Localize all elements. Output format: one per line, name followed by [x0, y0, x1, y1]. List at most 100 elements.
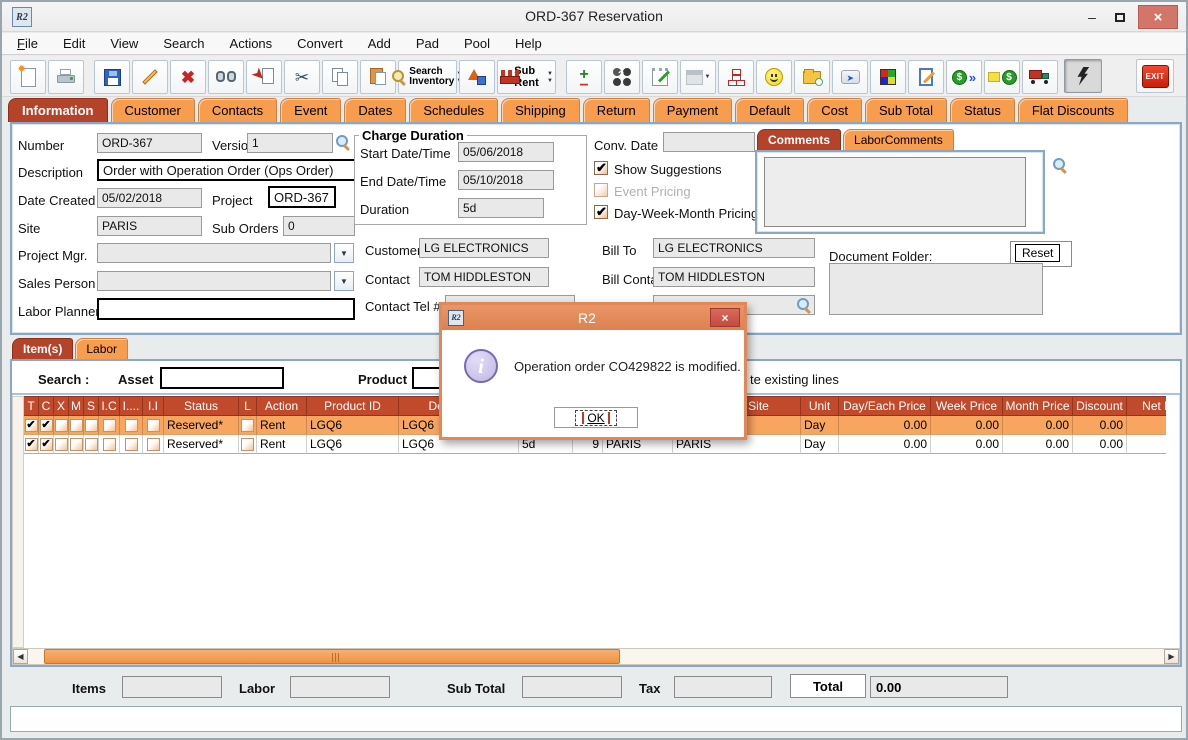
- column-header-s[interactable]: S: [84, 396, 99, 416]
- show-suggestions-checkbox[interactable]: [594, 161, 608, 175]
- row-checkbox[interactable]: [241, 419, 254, 432]
- row-checkbox[interactable]: [103, 438, 116, 451]
- quick-action-button[interactable]: [1064, 59, 1102, 93]
- row-checkbox[interactable]: [241, 438, 254, 451]
- row-checkbox[interactable]: [85, 419, 98, 432]
- menu-add[interactable]: Add: [368, 36, 391, 51]
- comments-search-icon[interactable]: [1053, 158, 1068, 173]
- edit-button[interactable]: [132, 60, 168, 94]
- scroll-right-button[interactable]: ▶: [1164, 649, 1179, 664]
- calendar-dropdown-icon[interactable]: ▼: [705, 74, 711, 80]
- column-header-status[interactable]: Status: [164, 396, 239, 416]
- day-week-month-pricing-checkbox[interactable]: [594, 205, 608, 219]
- save-button[interactable]: [94, 60, 130, 94]
- row-checkbox[interactable]: ✔: [25, 419, 38, 432]
- row-checkbox[interactable]: [125, 419, 138, 432]
- group-query-button[interactable]: ?: [604, 60, 640, 94]
- dialog-title-bar[interactable]: R2 R2 ×: [442, 305, 744, 330]
- menu-help[interactable]: Help: [515, 36, 542, 51]
- import-document-button[interactable]: ➤: [246, 60, 282, 94]
- find-button[interactable]: [208, 60, 244, 94]
- tab-schedules[interactable]: Schedules: [409, 98, 498, 122]
- tab-event[interactable]: Event: [280, 98, 341, 122]
- column-header-m[interactable]: M: [69, 396, 84, 416]
- cut-button[interactable]: ✂: [284, 60, 320, 94]
- column-header-t[interactable]: T: [24, 396, 39, 416]
- sub-rent-button[interactable]: Sub Rent ▼▼: [497, 60, 556, 94]
- maximize-button[interactable]: [1108, 5, 1132, 29]
- tab-cost[interactable]: Cost: [807, 98, 862, 122]
- column-header-i-c[interactable]: I.C: [99, 396, 120, 416]
- exit-button[interactable]: EXIT: [1136, 59, 1174, 93]
- column-header-c[interactable]: C: [39, 396, 54, 416]
- column-header-discount[interactable]: Discount: [1073, 396, 1127, 416]
- tab-sub-total[interactable]: Sub Total: [865, 98, 947, 122]
- sub-rent-dropdown-icon[interactable]: ▼▼: [547, 71, 553, 84]
- row-checkbox[interactable]: [147, 419, 160, 432]
- menu-pad[interactable]: Pad: [416, 36, 439, 51]
- tab-status[interactable]: Status: [950, 98, 1015, 122]
- tab-dates[interactable]: Dates: [344, 98, 406, 122]
- title-bar[interactable]: R2 ORD-367 Reservation – ×: [2, 2, 1186, 32]
- dialog-close-button[interactable]: ×: [710, 308, 740, 327]
- tab-flat-discounts[interactable]: Flat Discounts: [1018, 98, 1128, 122]
- scrollbar-thumb[interactable]: [44, 649, 620, 664]
- history-folder-button[interactable]: [794, 60, 830, 94]
- column-header-day-each-price[interactable]: Day/Each Price: [839, 396, 931, 416]
- new-document-button[interactable]: ✹: [10, 60, 46, 94]
- tab-information[interactable]: Information: [8, 98, 108, 122]
- shortcut-button[interactable]: ➤: [832, 60, 868, 94]
- project-field[interactable]: ORD-367: [268, 186, 336, 208]
- column-header-i-i[interactable]: I.I: [143, 396, 164, 416]
- column-header-x[interactable]: X: [54, 396, 69, 416]
- row-checkbox[interactable]: [70, 438, 83, 451]
- column-header-l[interactable]: L: [239, 396, 257, 416]
- row-checkbox[interactable]: ✔: [25, 438, 38, 451]
- menu-actions[interactable]: Actions: [230, 36, 273, 51]
- table-left-scrollbar[interactable]: [12, 396, 24, 648]
- delete-button[interactable]: ✖: [170, 60, 206, 94]
- column-header-unit[interactable]: Unit: [801, 396, 839, 416]
- notes-button[interactable]: [642, 60, 678, 94]
- row-checkbox[interactable]: ✔: [40, 419, 53, 432]
- bill-contact-tel-search-icon[interactable]: [797, 298, 812, 313]
- row-checkbox[interactable]: ✔: [40, 438, 53, 451]
- project-mgr-dropdown-button[interactable]: ▼: [334, 243, 354, 263]
- column-header-net-eac[interactable]: Net Eac: [1127, 396, 1166, 416]
- close-button[interactable]: ×: [1138, 5, 1178, 29]
- tab-items[interactable]: Item(s): [12, 338, 73, 359]
- menu-search[interactable]: Search: [163, 36, 204, 51]
- shapes-button[interactable]: [459, 60, 495, 94]
- inventory-blocks-button[interactable]: [870, 60, 906, 94]
- tab-payment[interactable]: Payment: [653, 98, 732, 122]
- reset-button[interactable]: Reset: [1015, 244, 1060, 262]
- document-folder-box[interactable]: [829, 263, 1043, 315]
- sales-person-dropdown-button[interactable]: ▼: [334, 271, 354, 291]
- edit-document-button[interactable]: [908, 60, 944, 94]
- menu-pool[interactable]: Pool: [464, 36, 490, 51]
- menu-convert[interactable]: Convert: [297, 36, 343, 51]
- tab-return[interactable]: Return: [583, 98, 650, 122]
- minimize-button[interactable]: –: [1080, 5, 1104, 29]
- column-header-week-price[interactable]: Week Price: [931, 396, 1003, 416]
- ok-button[interactable]: OK: [554, 407, 638, 428]
- calendar-button[interactable]: ▼: [680, 60, 716, 94]
- column-header-i-[interactable]: I....: [120, 396, 143, 416]
- sales-person-field[interactable]: [97, 271, 331, 291]
- version-search-icon[interactable]: [336, 135, 351, 150]
- row-checkbox[interactable]: [85, 438, 98, 451]
- scroll-left-button[interactable]: ◀: [13, 649, 28, 664]
- menu-view[interactable]: View: [110, 36, 138, 51]
- asset-search-input[interactable]: [160, 367, 284, 389]
- add-remove-button[interactable]: +−: [566, 60, 602, 94]
- row-checkbox[interactable]: [70, 419, 83, 432]
- tab-contacts[interactable]: Contacts: [198, 98, 277, 122]
- org-chart-button[interactable]: [718, 60, 754, 94]
- search-inventory-button[interactable]: Search Inventory ▼▼: [398, 60, 457, 94]
- copy-button[interactable]: [322, 60, 358, 94]
- transfer-truck-button[interactable]: [1022, 60, 1058, 94]
- tab-customer[interactable]: Customer: [111, 98, 195, 122]
- tab-labor[interactable]: Labor: [75, 338, 128, 359]
- column-header-product-id[interactable]: Product ID: [307, 396, 399, 416]
- tab-comments[interactable]: Comments: [757, 129, 841, 150]
